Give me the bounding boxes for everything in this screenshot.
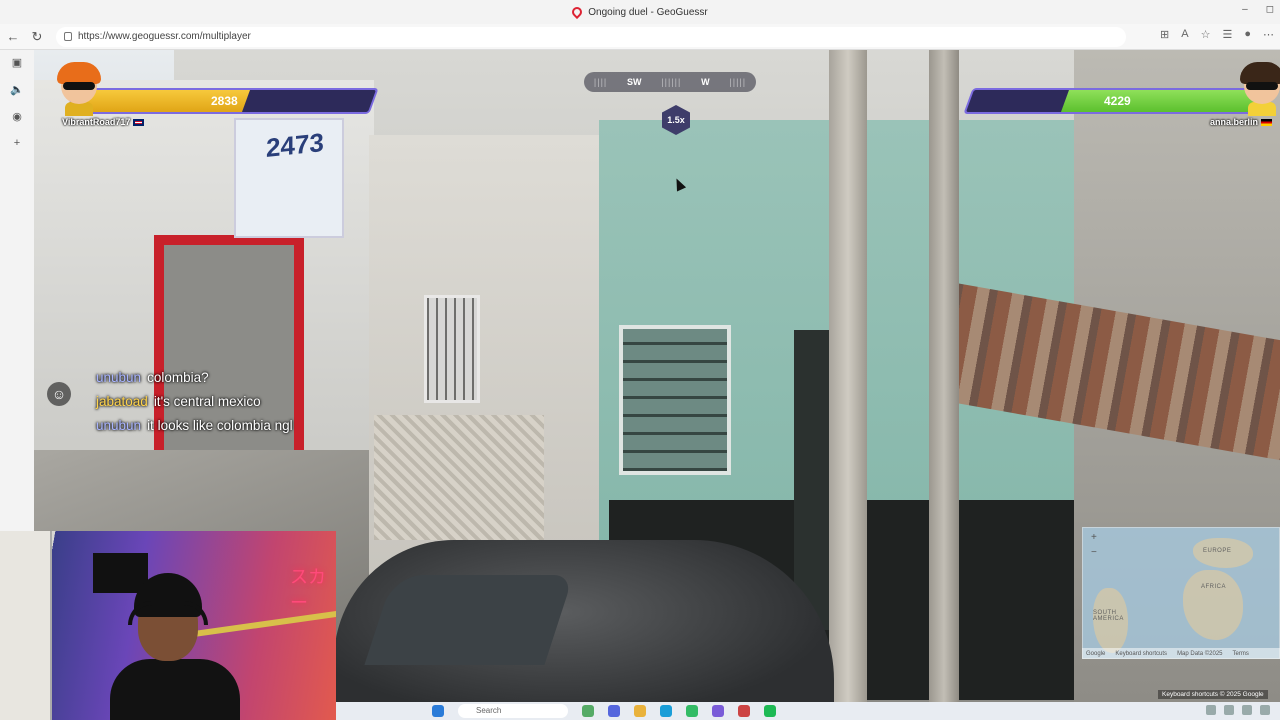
read-aloud-icon[interactable]: A [1181, 28, 1188, 41]
taskbar-search[interactable]: Search [458, 704, 568, 718]
favorites-icon[interactable]: ☰ [1222, 28, 1232, 41]
map-label-africa: AFRICA [1201, 584, 1227, 590]
tabs-icon[interactable]: ▣ [12, 56, 22, 69]
location-pin-icon [570, 4, 585, 20]
utility-pole [929, 50, 959, 702]
lock-icon [64, 32, 72, 41]
left-health-value: 2838 [211, 94, 238, 108]
map-label-south-america: SOUTH AMERICA [1093, 610, 1124, 622]
uk-flag-icon [133, 119, 145, 127]
chat-message: jabatoad it's central mexico [96, 394, 356, 418]
shop-sign: 2473 [234, 118, 344, 238]
map-terms-link[interactable]: Terms [1233, 651, 1249, 657]
streamer [110, 571, 240, 720]
map-zoom-in-button[interactable]: + [1091, 533, 1101, 543]
right-player-avatar [1238, 60, 1280, 116]
right-player-health-bar: 4229 [963, 88, 1273, 114]
browser-toolbar: ⊞ A ☆ ☰ ● ⋯ [1160, 28, 1274, 41]
discord-icon[interactable] [712, 705, 724, 717]
stone-wall [374, 415, 544, 540]
windows-taskbar: Search [336, 702, 1280, 720]
spotify-icon[interactable] [764, 705, 776, 717]
map-data-credit: Map Data ©2025 [1177, 650, 1223, 657]
address-bar: ← ↻ https://www.geoguessr.com/multiplaye… [0, 24, 1280, 50]
compass: |||| SW |||||| W ||||| [584, 72, 756, 92]
favorite-star-icon[interactable]: ☆ [1201, 28, 1211, 41]
minimize-button[interactable]: – [1242, 4, 1248, 15]
browser-title-bar: Ongoing duel - GeoGuessr – ◻ [0, 0, 1280, 24]
dark-doorway [794, 330, 834, 630]
map-keyboard-shortcuts-link[interactable]: Keyboard shortcuts [1115, 651, 1167, 657]
guess-minimap[interactable]: EUROPE AFRICA SOUTH AMERICA [1082, 527, 1280, 659]
app-icon[interactable] [608, 705, 620, 717]
profile-icon[interactable]: ● [1244, 28, 1251, 41]
chat-username: jabatoad [96, 394, 148, 409]
left-player-health-bar: 2838 [65, 88, 379, 114]
right-health-value: 4229 [1104, 94, 1131, 108]
utility-pole [829, 50, 867, 702]
tray-icon[interactable] [1206, 705, 1216, 715]
system-tray [1206, 705, 1270, 715]
app-icon[interactable] [686, 705, 698, 717]
car-window [364, 575, 574, 665]
app-icon[interactable] [738, 705, 750, 717]
window-controls: – ◻ [1242, 4, 1274, 15]
more-menu-icon[interactable]: ⋯ [1263, 28, 1274, 41]
tray-icon[interactable] [1242, 705, 1252, 715]
emoji-reaction-button[interactable]: ☺ [47, 382, 71, 406]
add-icon[interactable]: + [14, 137, 20, 149]
streamer-webcam: スカー [0, 531, 336, 720]
tray-icon[interactable] [1260, 705, 1270, 715]
maximize-button[interactable]: ◻ [1266, 4, 1274, 15]
africa-landmass [1183, 570, 1243, 640]
chat-message: unubun colombia? [96, 370, 356, 394]
chat-text: it's central mexico [153, 394, 261, 409]
windows-start-icon[interactable] [432, 705, 444, 717]
left-player-name: VibrantRoad717 [62, 117, 145, 127]
compass-w: W [701, 77, 710, 87]
map-label-europe: EUROPE [1203, 548, 1232, 554]
speaker-icon[interactable]: 🔈 [10, 83, 24, 96]
right-player-name: anna.berlin [1210, 117, 1273, 127]
tray-icon[interactable] [1224, 705, 1234, 715]
tab-title: Ongoing duel - GeoGuessr [588, 6, 708, 18]
back-icon[interactable]: ← [2, 26, 24, 48]
url-field[interactable]: https://www.geoguessr.com/multiplayer [56, 26, 1126, 47]
google-logo: Google [1086, 650, 1106, 657]
street-view-footer: Keyboard shortcuts © 2025 Google [1158, 690, 1268, 699]
webcam-door [0, 531, 52, 720]
app-icon[interactable] [582, 705, 594, 717]
compass-sw: SW [627, 77, 642, 87]
barred-window [424, 295, 480, 403]
chat-text: it looks like colombia ngl [147, 418, 293, 433]
globe-icon[interactable]: ◉ [12, 110, 22, 123]
germany-flag-icon [1261, 119, 1273, 127]
url-text: https://www.geoguessr.com/multiplayer [78, 31, 251, 42]
teal-window-grille [619, 325, 731, 475]
chat-message: unubun it looks like colombia ngl [96, 418, 356, 442]
map-zoom-out-button[interactable]: − [1091, 548, 1101, 558]
apps-icon[interactable]: ⊞ [1160, 28, 1169, 41]
edge-icon[interactable] [660, 705, 672, 717]
chat-text: colombia? [147, 370, 209, 385]
chat-username: unubun [96, 370, 142, 385]
neon-sign: スカー [290, 567, 326, 613]
refresh-icon[interactable]: ↻ [26, 26, 48, 48]
chat-username: unubun [96, 418, 142, 433]
left-player-avatar [55, 60, 103, 116]
folder-icon[interactable] [634, 705, 646, 717]
map-footer: Google Keyboard shortcuts Map Data ©2025… [1082, 648, 1280, 659]
stream-chat: unubun colombia? jabatoad it's central mex… [96, 370, 356, 442]
